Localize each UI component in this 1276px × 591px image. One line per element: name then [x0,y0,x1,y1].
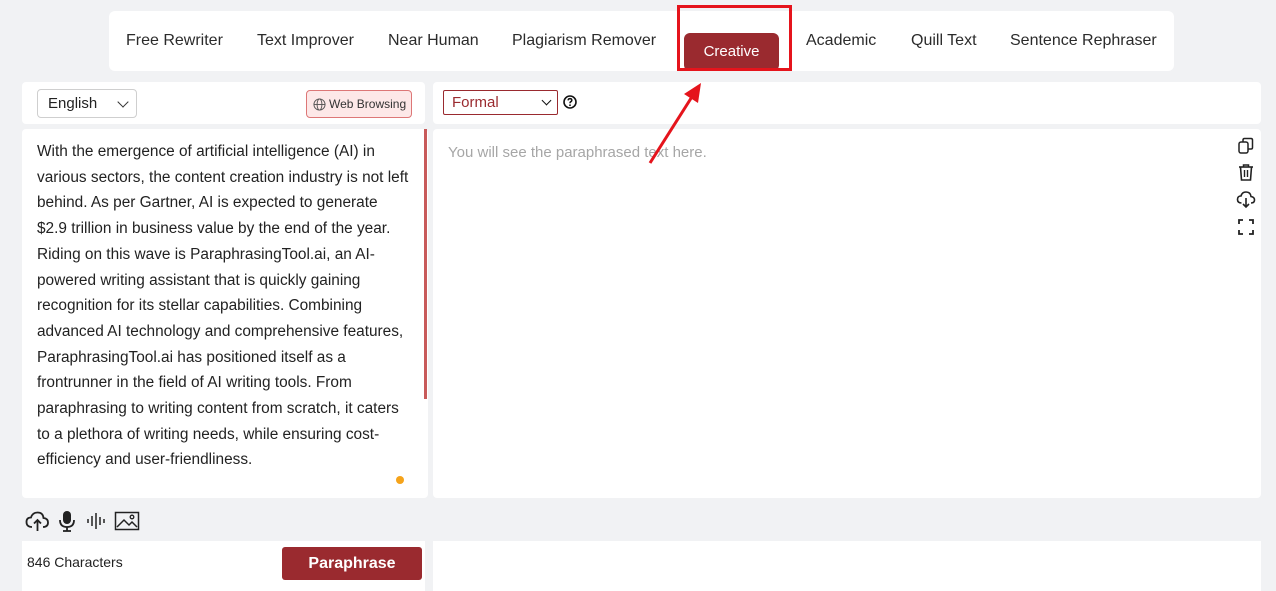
download-icon[interactable] [1236,189,1256,209]
output-panel [433,129,1261,498]
tone-select-value: Formal [452,94,499,111]
fullscreen-icon[interactable] [1236,217,1256,237]
tab-text-improver[interactable]: Text Improver [257,11,354,71]
chevron-down-icon [117,96,129,108]
help-icon[interactable] [563,95,577,109]
tab-quill-text[interactable]: Quill Text [911,11,977,71]
tab-plagiarism-remover[interactable]: Plagiarism Remover [512,11,656,71]
input-textarea[interactable]: With the emergence of artificial intelli… [37,139,411,473]
trash-icon[interactable] [1236,162,1256,182]
image-icon[interactable] [114,509,140,533]
tone-select[interactable]: Formal [443,90,558,115]
globe-icon [313,98,326,111]
status-dot [396,476,404,484]
output-footer [433,541,1261,591]
annotation-arrow [648,83,701,164]
chevron-down-icon [541,95,552,106]
tab-academic[interactable]: Academic [806,11,876,71]
character-count: 846 Characters [27,554,123,570]
language-select-value: English [48,95,98,112]
microphone-icon[interactable] [57,509,77,533]
tab-sentence-rephraser[interactable]: Sentence Rephraser [1010,11,1157,71]
input-scrollbar[interactable] [424,129,427,399]
web-browsing-label: Web Browsing [329,97,407,111]
language-select[interactable]: English [37,89,137,118]
upload-cloud-icon[interactable] [25,509,50,533]
annotation-highlight-box [677,5,792,71]
tab-near-human[interactable]: Near Human [388,11,479,71]
paraphrase-button[interactable]: Paraphrase [282,547,422,580]
audio-wave-icon[interactable] [86,509,108,533]
copy-icon[interactable] [1236,136,1256,156]
tab-free-rewriter[interactable]: Free Rewriter [126,11,223,71]
web-browsing-button[interactable]: Web Browsing [306,90,412,118]
mode-tabs-bar: Free Rewriter Text Improver Near Human P… [109,11,1174,71]
